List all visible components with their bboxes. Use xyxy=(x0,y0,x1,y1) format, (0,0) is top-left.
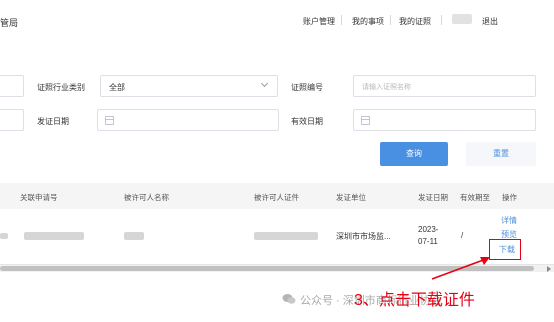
scroll-right-arrow-icon[interactable] xyxy=(547,266,551,272)
column-header-issue-date: 发证日期 xyxy=(418,193,448,202)
reset-button[interactable]: 重置 xyxy=(466,142,536,166)
column-header-valid-until: 有效期至 xyxy=(460,193,490,202)
wechat-icon xyxy=(282,294,296,304)
horizontal-scrollbar[interactable] xyxy=(0,264,554,272)
redacted-licensee-id xyxy=(254,232,318,240)
second-filter-input[interactable] xyxy=(0,109,24,131)
column-header-licensee-id: 被许可人证件 xyxy=(254,193,299,202)
annotation-step-text: 3、点击下载证件 xyxy=(354,292,475,309)
details-link[interactable]: 详情 xyxy=(501,215,517,226)
column-header-issuer: 发证单位 xyxy=(336,193,366,202)
redacted-cell xyxy=(0,233,8,239)
issue-date-picker[interactable] xyxy=(97,109,279,131)
scrollbar-thumb[interactable] xyxy=(0,266,534,271)
site-brand: 管局 xyxy=(0,18,19,28)
industry-select-value: 全部 xyxy=(109,83,125,92)
nav-my-licenses[interactable]: 我的证照 xyxy=(399,16,431,27)
valid-until-cell: / xyxy=(461,231,464,240)
download-highlight-box xyxy=(489,239,521,260)
nav-separator xyxy=(441,15,442,25)
issue-date-cell-line2: 07-11 xyxy=(418,237,438,246)
nav-separator xyxy=(341,15,342,25)
issuer-cell: 深圳市市场监... xyxy=(336,232,391,241)
user-name-redacted xyxy=(452,14,472,24)
top-bar: 管局 账户管理 我的事项 我的证照 退出 xyxy=(0,0,554,44)
valid-date-picker[interactable] xyxy=(353,109,536,131)
nav-separator xyxy=(390,15,391,25)
nav-logout[interactable]: 退出 xyxy=(482,16,498,27)
redacted-application-no xyxy=(24,232,84,240)
column-header-actions: 操作 xyxy=(502,193,517,202)
license-number-input[interactable]: 请输入证照名称 xyxy=(353,75,536,97)
nav-account-management[interactable]: 账户管理 xyxy=(303,16,335,27)
first-filter-input[interactable] xyxy=(0,75,24,97)
table-header: 关联申请号 被许可人名称 被许可人证件 发证单位 发证日期 有效期至 操作 xyxy=(0,183,554,209)
issue-date-label: 发证日期 xyxy=(37,117,69,126)
license-number-placeholder: 请输入证照名称 xyxy=(362,84,411,91)
table-row: 深圳市市场监... 2023- 07-11 / xyxy=(0,209,554,265)
chevron-down-icon xyxy=(260,79,269,88)
industry-label: 证照行业类别 xyxy=(37,83,85,92)
issue-date-cell-line1: 2023- xyxy=(418,225,439,234)
query-button[interactable]: 查询 xyxy=(380,142,448,166)
calendar-icon xyxy=(361,116,370,125)
filter-panel: 证照行业类别 全部 证照编号 请输入证照名称 发证日期 有效日期 查询 重置 xyxy=(0,44,554,184)
redacted-licensee-name xyxy=(124,232,144,240)
license-number-label: 证照编号 xyxy=(291,83,323,92)
industry-select[interactable]: 全部 xyxy=(100,75,278,97)
calendar-icon xyxy=(105,116,114,125)
nav-my-matters[interactable]: 我的事项 xyxy=(352,16,384,27)
column-header-application-no: 关联申请号 xyxy=(20,193,58,202)
column-header-licensee-name: 被许可人名称 xyxy=(124,193,169,202)
valid-date-label: 有效日期 xyxy=(291,117,323,126)
